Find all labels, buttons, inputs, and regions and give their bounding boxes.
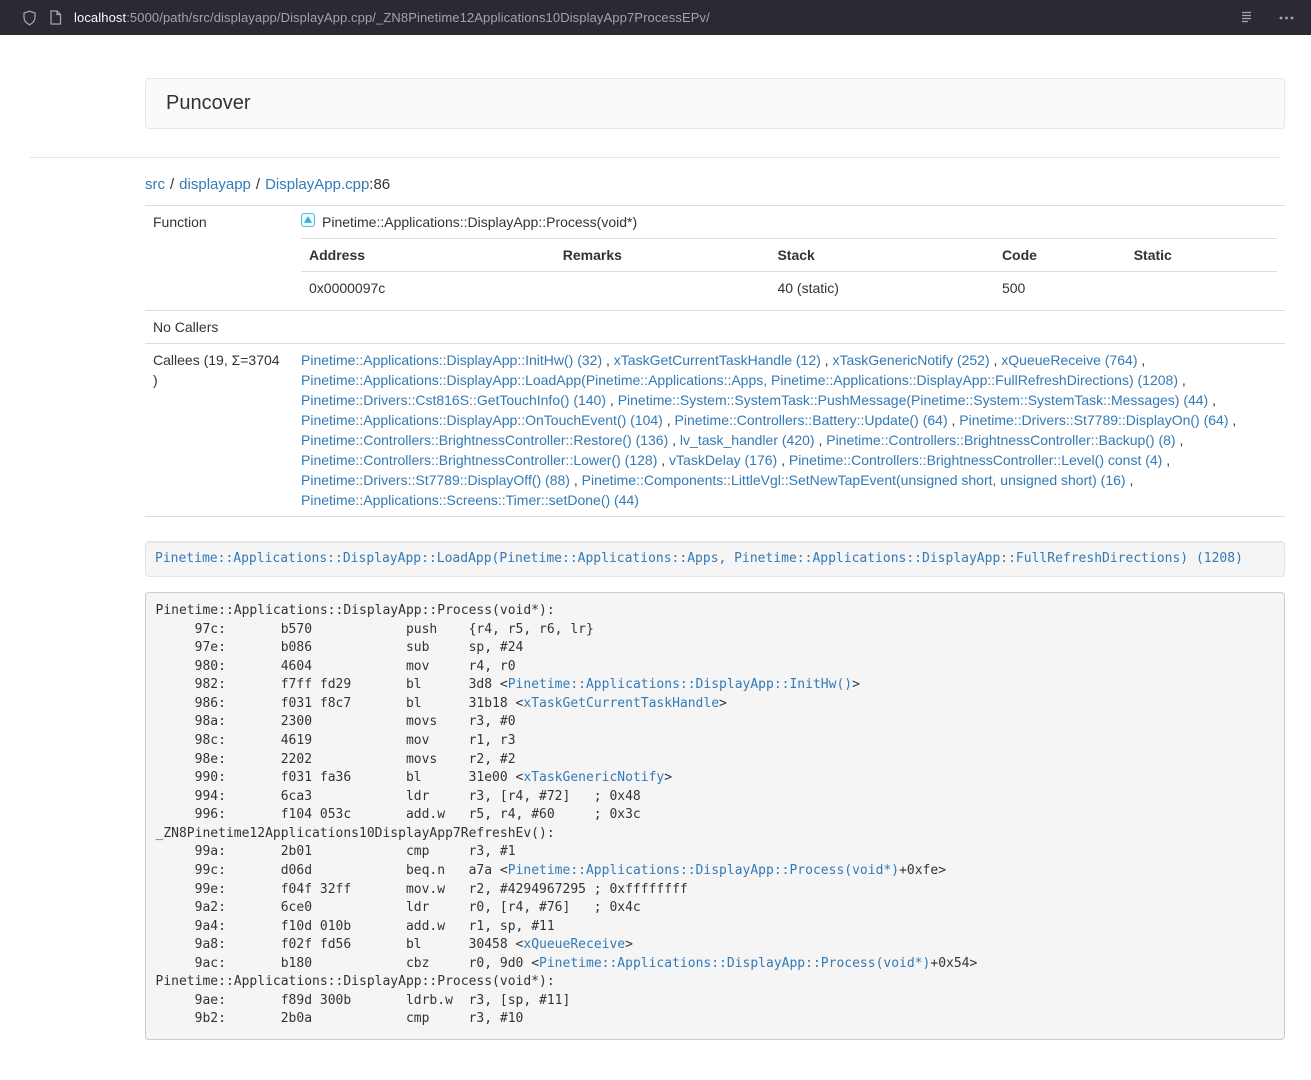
callee-link[interactable]: Pinetime::Controllers::BrightnessControl… xyxy=(301,432,668,448)
callers-cell xyxy=(293,311,1285,344)
callee-link[interactable]: Pinetime::Controllers::BrightnessControl… xyxy=(301,452,657,468)
function-row: Function Pinetime::Applications::Display… xyxy=(145,206,1285,311)
column-static: Static xyxy=(1126,239,1277,272)
metrics-header-row: Address Remarks Stack Code Static xyxy=(301,239,1277,272)
callee-link[interactable]: vTaskDelay (176) xyxy=(669,452,777,468)
page-content: Puncover src / displayapp / DisplayApp.cpp:8… xyxy=(0,35,1311,1080)
symbol-link[interactable]: xTaskGenericNotify xyxy=(523,770,664,785)
callee-link[interactable]: Pinetime::Drivers::St7789::DisplayOn() (… xyxy=(959,412,1228,428)
url-path: :5000/path/src/displayapp/DisplayApp.cpp… xyxy=(126,10,710,25)
column-address: Address xyxy=(301,239,555,272)
symbol-link[interactable]: xTaskGetCurrentTaskHandle xyxy=(523,696,719,711)
callee-link[interactable]: Pinetime::Controllers::BrightnessControl… xyxy=(826,432,1175,448)
function-type-icon xyxy=(301,212,315,232)
address-value: 0x0000097c xyxy=(301,272,555,305)
callee-link[interactable]: Pinetime::Drivers::Cst816S::GetTouchInfo… xyxy=(301,392,606,408)
browser-toolbar: localhost:5000/path/src/displayapp/Displ… xyxy=(0,0,1311,35)
page-info-icon[interactable] xyxy=(42,5,68,31)
callee-link[interactable]: Pinetime::Controllers::Battery::Update()… xyxy=(675,412,948,428)
stack-value: 40 (static) xyxy=(769,272,993,305)
code-value: 500 xyxy=(994,272,1126,305)
callee-link[interactable]: Pinetime::Components::LittleVgl::SetNewT… xyxy=(582,472,1126,488)
callee-link[interactable]: xTaskGenericNotify (252) xyxy=(832,352,989,368)
shield-icon[interactable] xyxy=(16,5,42,31)
no-callers-row: No Callers xyxy=(145,311,1285,344)
function-name: Pinetime::Applications::DisplayApp::Proc… xyxy=(322,212,637,232)
callee-link[interactable]: Pinetime::Applications::DisplayApp::OnTo… xyxy=(301,412,663,428)
symbol-link[interactable]: Pinetime::Applications::DisplayApp::Proc… xyxy=(508,863,899,878)
symbol-table: Function Pinetime::Applications::Display… xyxy=(145,205,1285,517)
function-row-label: Function xyxy=(145,206,293,311)
reader-mode-icon[interactable] xyxy=(1233,5,1259,31)
breadcrumb-file[interactable]: DisplayApp.cpp xyxy=(265,176,369,193)
column-stack: Stack xyxy=(769,239,993,272)
breadcrumb-separator: / xyxy=(256,176,260,193)
site-header: Puncover xyxy=(145,78,1285,129)
more-menu-icon[interactable] xyxy=(1273,5,1299,31)
disassembly-listing: Pinetime::Applications::DisplayApp::Proc… xyxy=(145,592,1285,1040)
callee-link[interactable]: Pinetime::Applications::Screens::Timer::… xyxy=(301,492,639,508)
column-code: Code xyxy=(994,239,1126,272)
callee-link[interactable]: xTaskGetCurrentTaskHandle (12) xyxy=(614,352,821,368)
static-value xyxy=(1126,272,1277,305)
url-host: localhost xyxy=(74,10,126,25)
divider xyxy=(30,157,1281,158)
metrics-value-row: 0x0000097c 40 (static) 500 xyxy=(301,272,1277,305)
callee-link[interactable]: lv_task_handler (420) xyxy=(680,432,815,448)
callees-label: Callees (19, Σ=3704 ) xyxy=(145,344,293,517)
breadcrumb-src[interactable]: src xyxy=(145,176,165,193)
callees-row: Callees (19, Σ=3704 ) Pinetime::Applicat… xyxy=(145,344,1285,517)
remarks-value xyxy=(555,272,770,305)
callee-link[interactable]: Pinetime::Drivers::St7789::DisplayOff() … xyxy=(301,472,570,488)
callees-cell: Pinetime::Applications::DisplayApp::Init… xyxy=(293,344,1285,517)
symbol-link[interactable]: Pinetime::Applications::DisplayApp::Init… xyxy=(508,677,852,692)
symbol-link[interactable]: xQueueReceive xyxy=(523,937,625,952)
highlighted-callee-link[interactable]: Pinetime::Applications::DisplayApp::Load… xyxy=(155,551,1243,566)
breadcrumb: src / displayapp / DisplayApp.cpp:86 xyxy=(145,176,1285,193)
callee-link[interactable]: xQueueReceive (764) xyxy=(1001,352,1137,368)
metrics-table: Address Remarks Stack Code Static 0x0000… xyxy=(301,238,1277,304)
callee-link[interactable]: Pinetime::Applications::DisplayApp::Load… xyxy=(301,372,1178,388)
callee-link[interactable]: Pinetime::System::SystemTask::PushMessag… xyxy=(618,392,1209,408)
highlighted-callee-box: Pinetime::Applications::DisplayApp::Load… xyxy=(145,541,1285,577)
callee-link[interactable]: Pinetime::Controllers::BrightnessControl… xyxy=(789,452,1162,468)
page-title: Puncover xyxy=(166,92,251,114)
breadcrumb-displayapp[interactable]: displayapp xyxy=(179,176,251,193)
breadcrumb-line-number: :86 xyxy=(369,176,390,193)
url-bar[interactable]: localhost:5000/path/src/displayapp/Displ… xyxy=(74,10,1223,25)
breadcrumb-separator: / xyxy=(170,176,174,193)
callee-link[interactable]: Pinetime::Applications::DisplayApp::Init… xyxy=(301,352,602,368)
no-callers-label: No Callers xyxy=(145,311,293,344)
symbol-link[interactable]: Pinetime::Applications::DisplayApp::Proc… xyxy=(539,956,930,971)
column-remarks: Remarks xyxy=(555,239,770,272)
